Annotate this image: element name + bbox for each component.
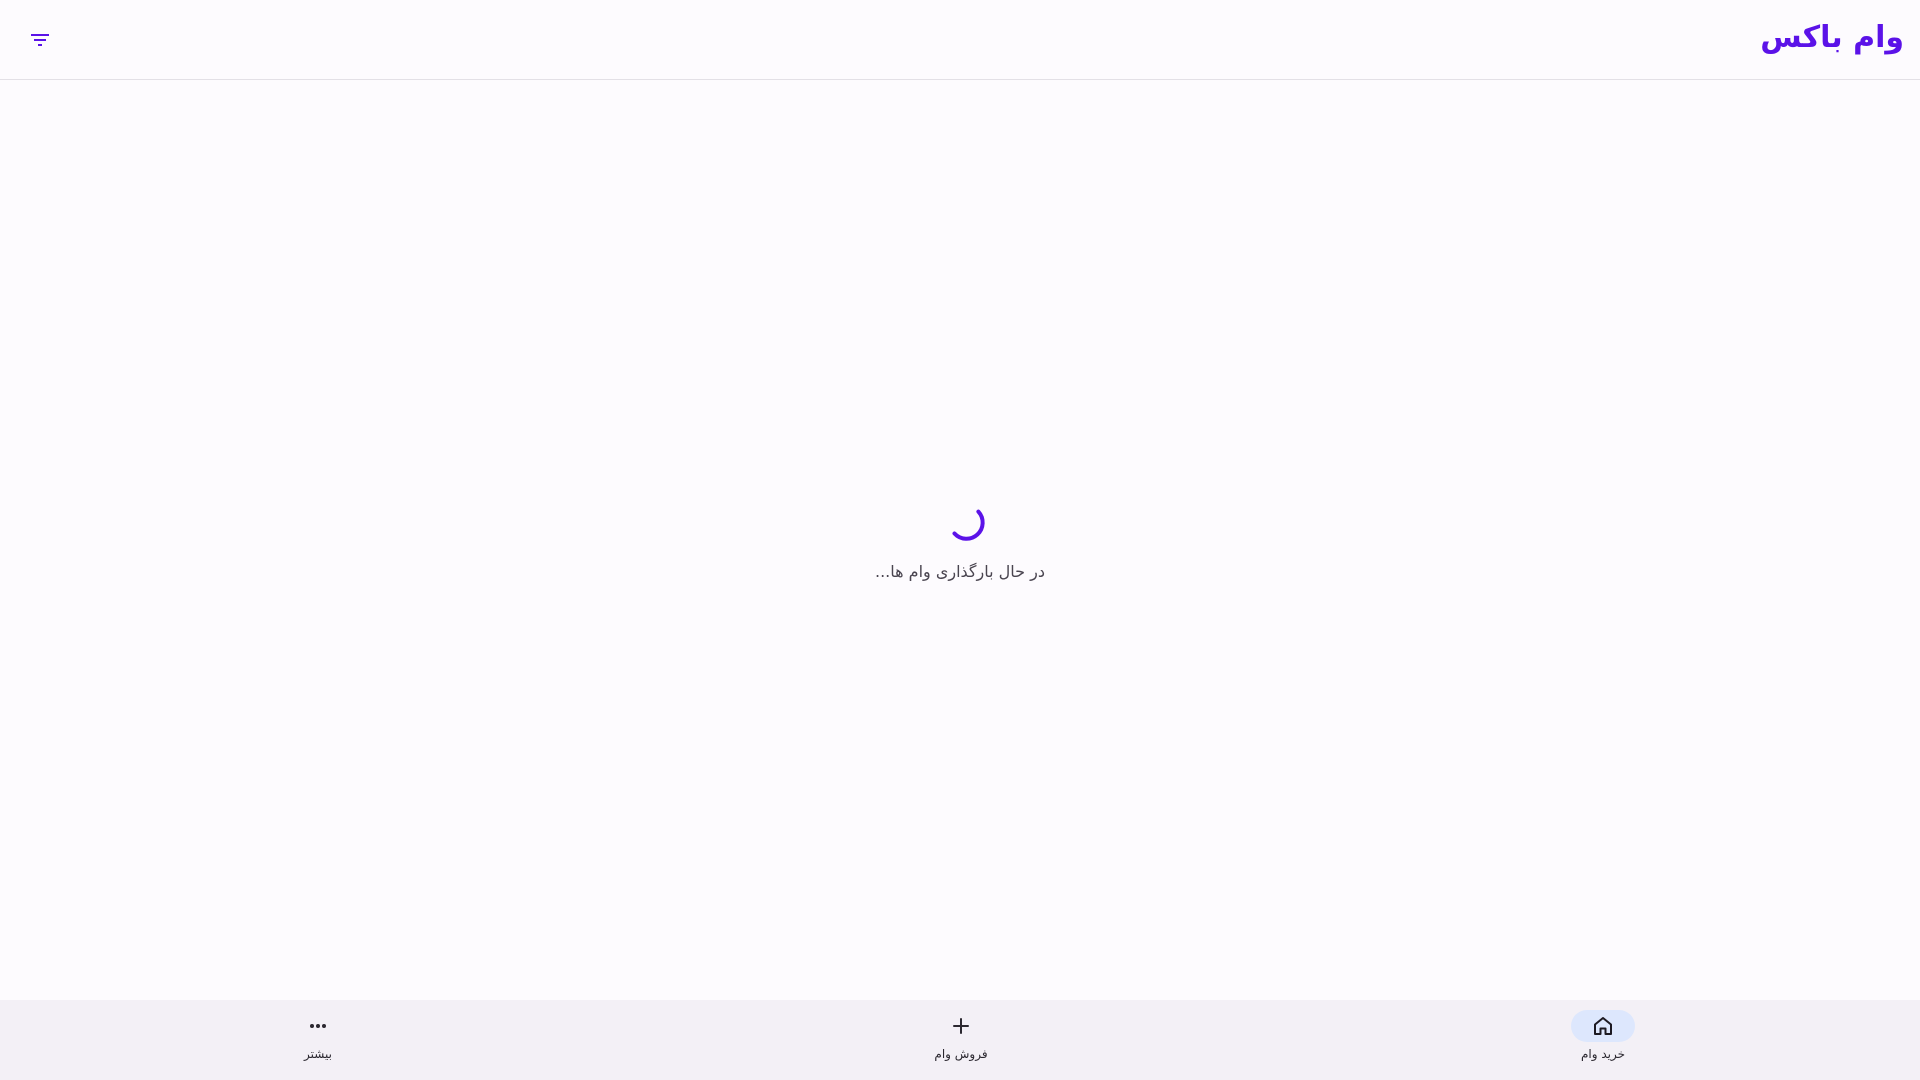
filter-list-icon [31,34,49,46]
home-icon [1594,1017,1612,1035]
app-root: وام باکس در حال بارگذاری وام ها... خرید … [0,0,1920,1080]
loading-spinner [952,509,985,541]
top-app-bar: وام باکس [0,0,1920,80]
nav-item-more[interactable]: بیشتر [238,1010,398,1070]
main-content: در حال بارگذاری وام ها... [0,81,1920,1000]
filter-button[interactable] [20,20,60,60]
loading-text: در حال بارگذاری وام ها... [875,562,1045,581]
nav-item-buy-loan[interactable]: خرید وام [1523,1010,1683,1070]
nav-item-label: خرید وام [1580,1047,1626,1061]
nav-icon-container [286,1010,350,1042]
nav-item-sell-loan[interactable]: فروش وام [881,1010,1041,1070]
nav-active-indicator [1571,1010,1635,1042]
plus-icon [953,1018,969,1034]
bottom-navigation: خرید وام فروش وام بیشتر [0,1000,1920,1080]
nav-icon-container [929,1010,993,1042]
app-title: وام باکس [1760,20,1904,55]
more-horizontal-icon [310,1024,326,1028]
nav-item-label: بیشتر [304,1047,332,1061]
nav-item-label: فروش وام [934,1047,988,1061]
